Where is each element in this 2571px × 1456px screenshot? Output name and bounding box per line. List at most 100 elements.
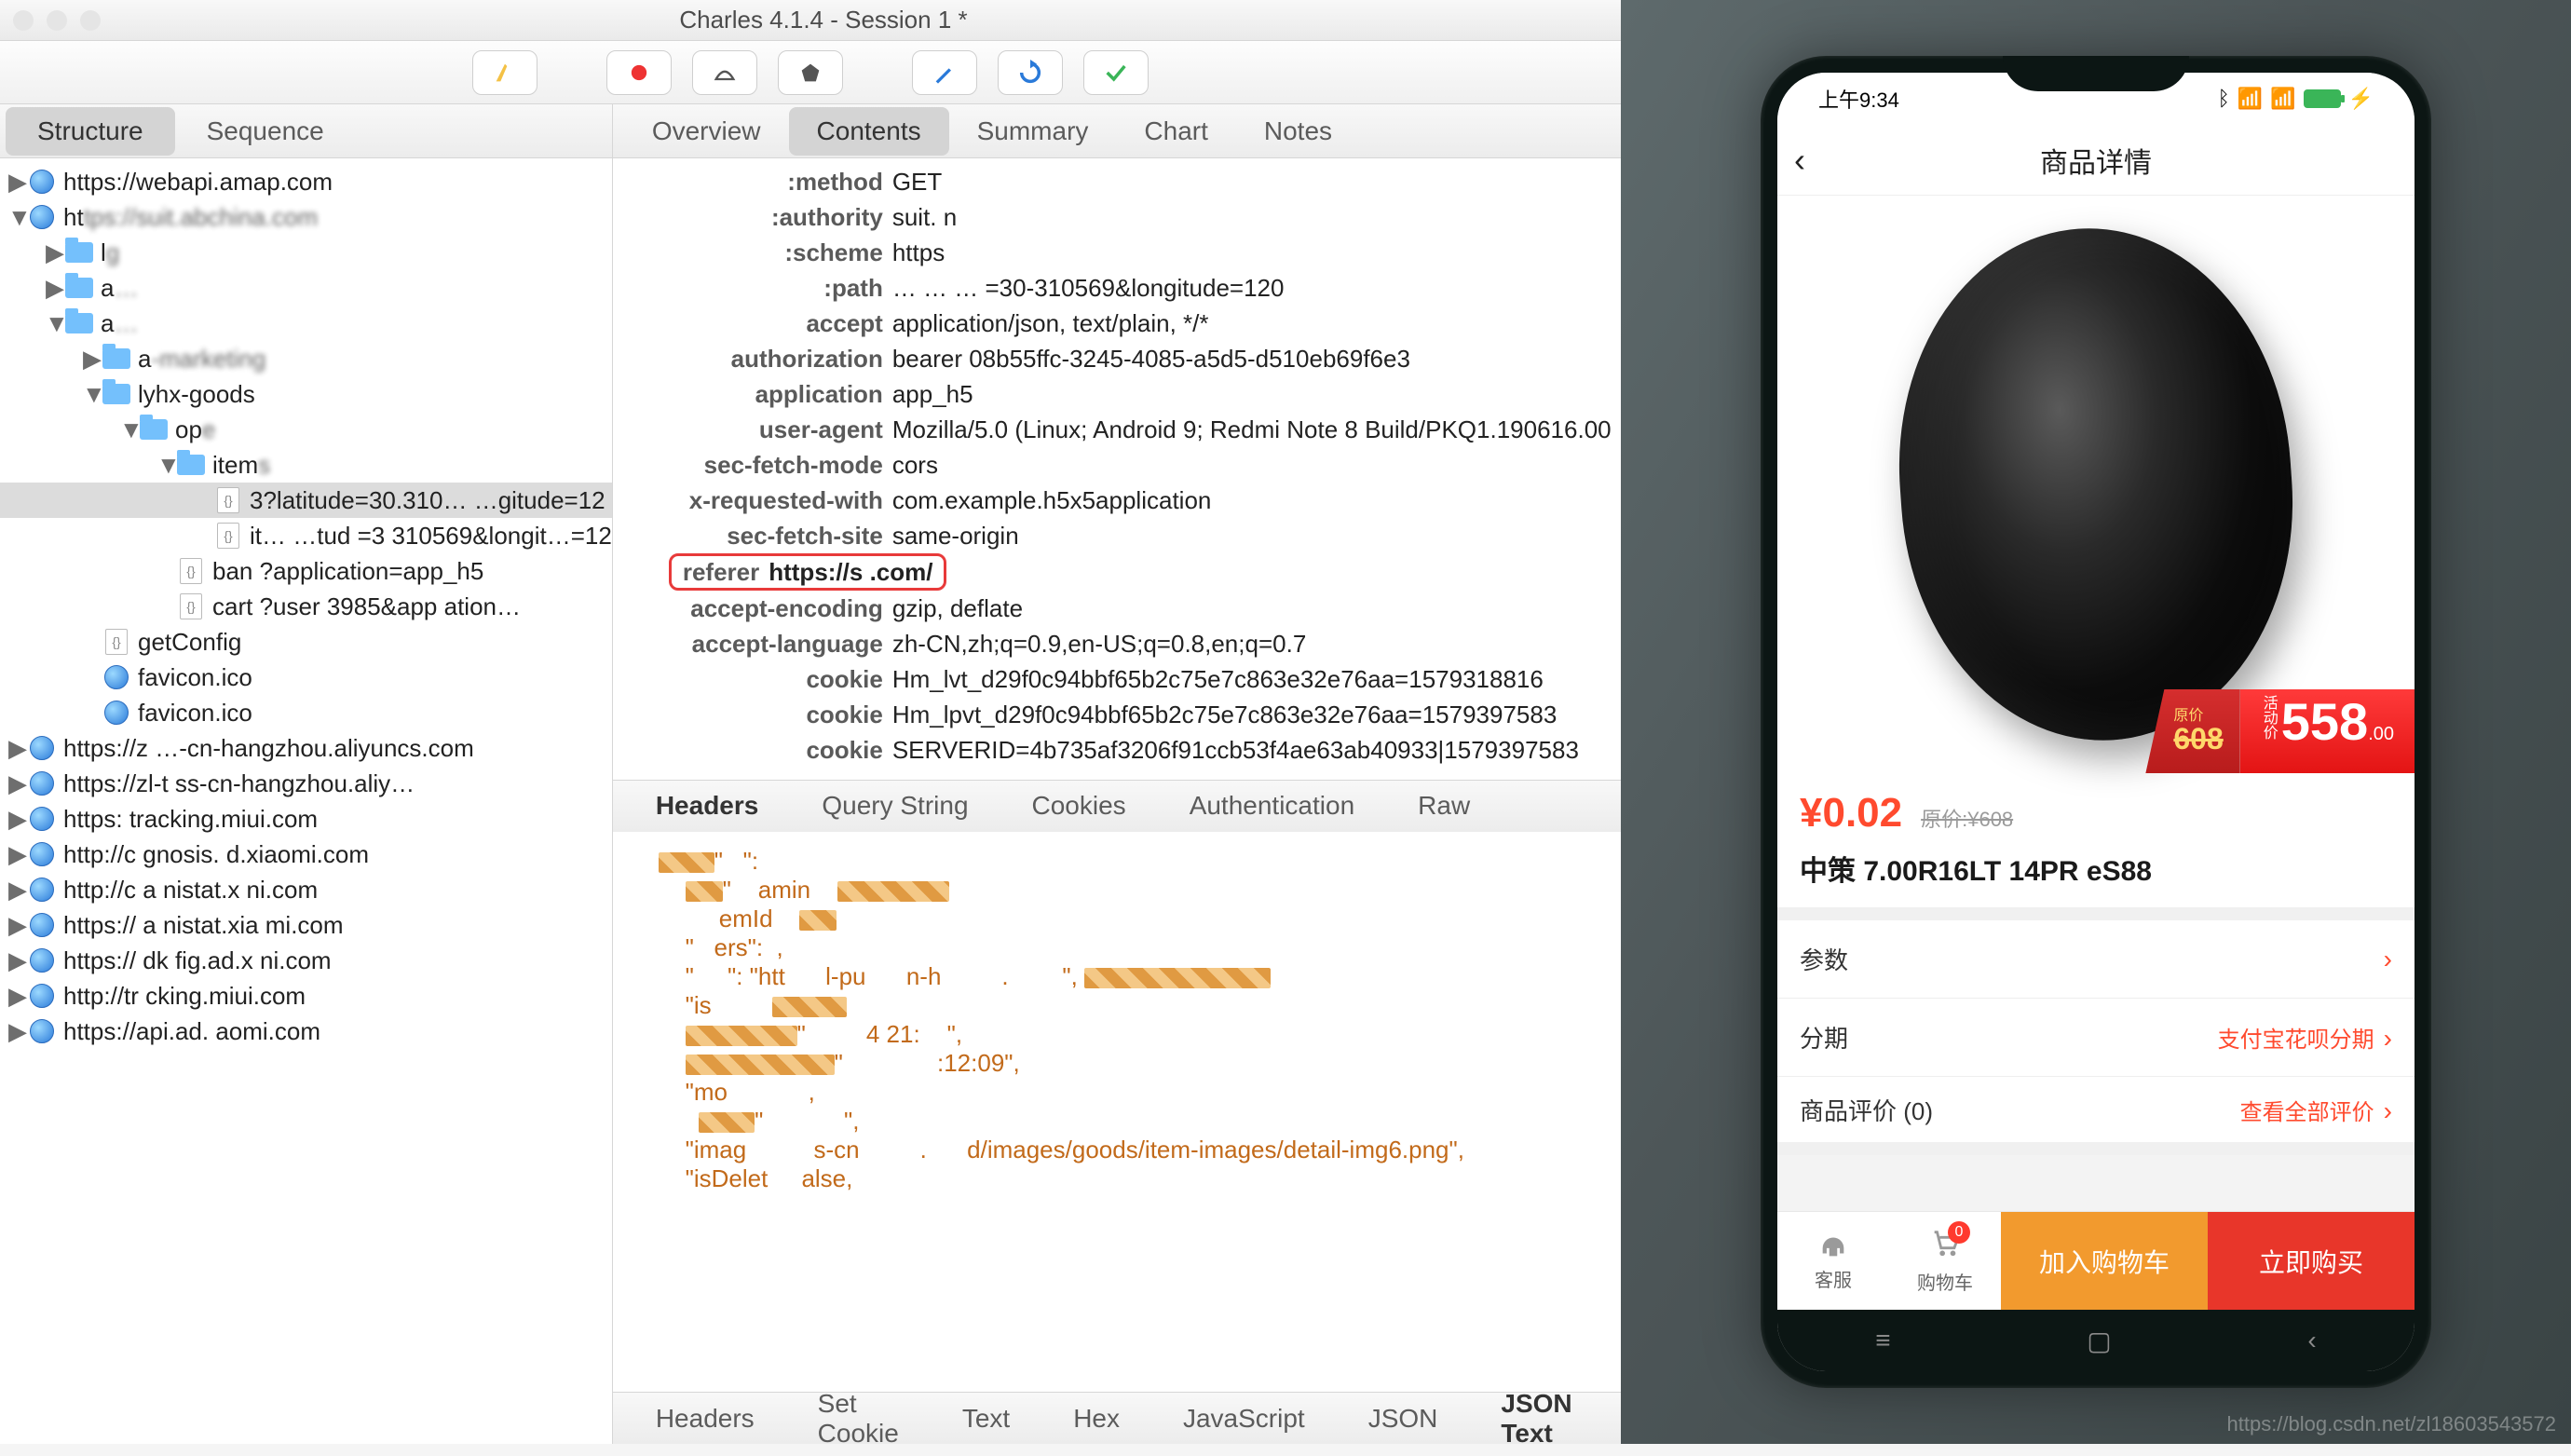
action-bar: 客服 0 购物车 加入购物车 立即购买 [1777,1211,2415,1310]
breakpoints-button[interactable] [778,50,843,95]
product-image-area[interactable]: 原价 608 活动价 558 .00 [1777,196,2415,773]
tree-folder[interactable]: lyhx-goods [138,380,255,409]
tab-sequence[interactable]: Sequence [175,107,356,156]
cart-button[interactable]: 0 购物车 [1889,1212,2001,1310]
globe-icon [30,913,54,937]
tree-host[interactable]: https://z …-cn-hangzhou.aliyuncs.com [63,734,474,763]
minimize-window-icon[interactable] [47,10,67,31]
tree-host[interactable]: http://c gnosis. d.xiaomi.com [63,840,369,869]
tree-host[interactable]: https: tracking.miui.com [63,805,318,834]
tree-host[interactable]: https://suit.abchina.com [63,203,318,232]
tree-folder[interactable]: items [212,451,270,480]
tree-request[interactable]: 3?latitude=30.310… …gitude=12 [250,486,605,515]
edit-button[interactable] [912,50,977,95]
confirm-button[interactable] [1083,50,1149,95]
original-price: 原价:¥608 [1921,803,2013,833]
tab-resp-headers[interactable]: Headers [624,1396,786,1441]
response-json[interactable]: " ": " amin emId " ers": , " ": "htt l-p… [613,832,1720,1392]
phone-frame: 上午9:34 ᛒ 📶 📶 ⚡ ‹ 商品详情 原价 [1761,56,2431,1388]
price-flag: 原价 608 活动价 558 .00 [2145,689,2415,773]
tab-auth[interactable]: Authentication [1158,783,1386,828]
host-tree[interactable]: ▶https://webapi.amap.com ▼https://suit.a… [0,158,612,1444]
tree-host[interactable]: https:// a nistat.xia mi.com [63,911,344,940]
tree-request[interactable]: cart ?user 3985&app ation… [212,592,521,621]
tab-structure[interactable]: Structure [6,107,175,156]
tree-folder[interactable]: a-marketing [138,345,265,374]
tab-summary[interactable]: Summary [949,107,1117,156]
request-headers[interactable]: :methodGET :authoritysuit. n :schemehttp… [613,158,1720,780]
hval: Hm_lvt_d29f0c94bbf65b2c75e7c863e32e76aa=… [892,665,1710,694]
tree-host[interactable]: http://c a nistat.x ni.com [63,876,318,905]
tab-cookies[interactable]: Cookies [1000,783,1158,828]
tab-raw[interactable]: Raw [1386,783,1502,828]
tree-request[interactable]: favicon.ico [138,663,252,692]
tab-headers[interactable]: Headers [624,783,791,828]
hval: https [892,238,1710,267]
tab-resp-json[interactable]: JSON [1337,1396,1470,1441]
tree-host[interactable]: https://api.ad. aomi.com [63,1017,320,1046]
main-split: Structure Sequence ▶https://webapi.amap.… [0,104,1621,1444]
battery-icon [2304,89,2341,108]
hval: GET [892,168,1710,197]
hkey: cookie [613,701,892,729]
tree-request[interactable]: favicon.ico [138,699,252,728]
price-row: ¥0.02 原价:¥608 [1777,773,2415,840]
chevron-right-icon: › [2384,945,2392,974]
folder-icon [65,313,93,333]
right-pane: Overview Contents Summary Chart Notes :m… [613,104,1720,1444]
tab-contents[interactable]: Contents [789,107,949,156]
tree-folder[interactable]: lg [101,238,119,267]
tab-overview[interactable]: Overview [624,107,789,156]
tree-folder[interactable]: a… [101,274,138,303]
tree-host[interactable]: http://tr cking.miui.com [63,982,306,1011]
buy-now-button[interactable]: 立即购买 [2208,1212,2415,1310]
tree-host[interactable]: https:// dk fig.ad.x ni.com [63,946,332,975]
tab-resp-hex[interactable]: Hex [1041,1396,1151,1441]
service-button[interactable]: 客服 [1777,1212,1889,1310]
tab-querystring[interactable]: Query String [790,783,1000,828]
hval: cors [892,451,1710,480]
home-icon[interactable]: ▢ [2087,1326,2111,1356]
back-nav-icon[interactable]: ‹ [2307,1326,2316,1355]
tab-resp-jsontext[interactable]: JSON Text [1469,1381,1603,1456]
tab-resp-setcookie[interactable]: Set Cookie [786,1381,931,1456]
folder-icon [140,419,168,440]
back-icon[interactable]: ‹ [1794,141,1805,180]
row-installment[interactable]: 分期 支付宝花呗分期› [1777,999,2415,1077]
hkey: accept-encoding [613,594,892,623]
tab-resp-text[interactable]: Text [931,1396,1041,1441]
file-icon: {} [105,629,128,655]
tree-host[interactable]: https://zl-t ss-cn-hangzhou.aliy… [63,769,415,798]
close-window-icon[interactable] [13,10,34,31]
tree-request[interactable]: it… …tud =3 310569&longit…=12 [250,522,612,551]
recent-apps-icon[interactable]: ≡ [1875,1326,1890,1355]
tab-chart[interactable]: Chart [1116,107,1235,156]
watermark: https://blog.csdn.net/zl18603543572 [2227,1412,2557,1436]
zoom-window-icon[interactable] [80,10,101,31]
tree-folder[interactable]: a… [101,309,138,338]
tree-host[interactable]: https://webapi.amap.com [63,168,333,197]
hval: zh-CN,zh;q=0.9,en-US;q=0.8,en;q=0.7 [892,630,1710,659]
hval: gzip, deflate [892,594,1710,623]
hkey: user-agent [613,415,892,444]
tree-request[interactable]: ban ?application=app_h5 [212,557,483,586]
tab-resp-js[interactable]: JavaScript [1151,1396,1337,1441]
bt-icon: ᛒ [2218,87,2230,111]
folder-icon [65,278,93,298]
record-button[interactable] [606,50,672,95]
add-to-cart-button[interactable]: 加入购物车 [2001,1212,2208,1310]
sweep-button[interactable] [472,50,537,95]
hval: app_h5 [892,380,1710,409]
hval: application/json, text/plain, */* [892,309,1710,338]
tree-request[interactable]: getConfig [138,628,241,657]
folder-icon [102,384,130,404]
row-reviews[interactable]: 商品评价 (0) 查看全部评价› [1777,1077,2415,1155]
row-params[interactable]: 参数 › [1777,920,2415,999]
throttle-button[interactable] [692,50,757,95]
tree-folder[interactable]: ope [175,415,215,444]
file-icon: {} [180,593,202,619]
hkey: accept-language [613,630,892,659]
refresh-button[interactable] [998,50,1063,95]
globe-icon [30,878,54,902]
tab-notes[interactable]: Notes [1236,107,1360,156]
